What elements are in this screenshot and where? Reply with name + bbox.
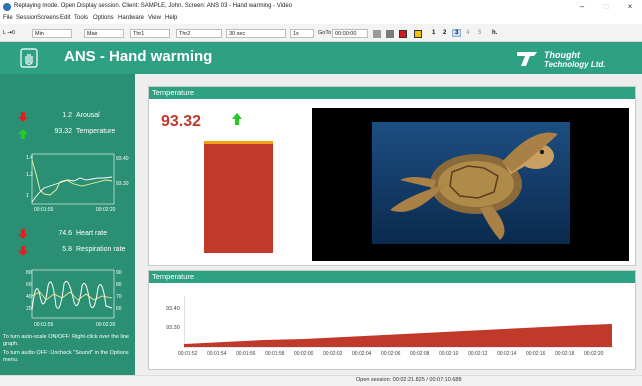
graph2-ytick-left-1: 80 [26,270,32,276]
graph1-ytick-left-1: 1.4 [26,155,33,161]
goto-time-field[interactable]: 00:00:00 [332,29,368,38]
graph2-ytick-right-2: 80 [116,282,122,288]
trend-xtick: 00:01:56 [236,351,256,357]
arousal-label: Arousal [76,112,100,119]
arrow-down-icon [18,112,28,122]
temperature-label: Temperature [76,128,116,135]
temperature-display-value: 93.32 [161,113,202,130]
graph2-ytick-right-1: 90 [116,270,122,276]
arousal-value: 1.2 [62,112,72,119]
rewind-icon[interactable] [373,30,381,38]
graph1-ytick-left-2: 1.2 [26,172,33,178]
arrow-down-icon [18,229,28,239]
menu-tools[interactable]: Tools [74,15,88,21]
trend-view-icon[interactable]: h. [492,30,497,36]
graph1-xtick-2: 00:02:20 [96,207,116,213]
trend-xtick: 00:02:08 [410,351,430,357]
menu-file[interactable]: File [3,15,13,21]
menu-session[interactable]: Session [16,15,37,21]
min-field[interactable]: Min [32,29,72,38]
graph1-ytick-left-3: 1 [26,193,29,199]
heart-respiration-graph[interactable] [16,266,132,330]
graph2-ytick-left-2: 60 [26,282,32,288]
page-title: ANS - Hand warming [64,48,213,65]
brand-logo-icon [517,52,537,66]
graph2-ytick-right-4: 60 [116,306,122,312]
trend-ytick-1: 93.40 [166,306,180,312]
trend-xtick: 00:02:16 [526,351,546,357]
window-title: Replaying mode. Open Display session. Cl… [14,3,293,9]
hand-icon [20,48,38,68]
temperature-trend-panel-title: Temperature [149,271,635,283]
trend-xtick: 00:01:54 [207,351,227,357]
close-button[interactable]: × [622,1,638,12]
arrow-down-icon [18,246,28,256]
app-icon [3,3,11,11]
menu-view[interactable]: View [148,15,161,21]
record-icon[interactable] [399,30,407,38]
minimize-button[interactable]: – [574,1,590,12]
sea-turtle-video-frame [372,122,570,244]
trend-xtick: 00:02:10 [439,351,459,357]
trend-xtick: 00:02:00 [294,351,314,357]
thr2-field[interactable]: Thr2 [176,29,222,38]
trend-xtick: 00:01:58 [265,351,285,357]
min-prefix: L ⇥0 [3,30,16,36]
trend-ytick-2: 93.30 [166,325,180,331]
trend-xtick: 00:02:18 [555,351,575,357]
trend-xtick: 00:02:04 [352,351,372,357]
page-2-button[interactable]: 2 [443,30,446,36]
trend-xtick: 00:01:52 [178,351,198,357]
arrow-up-icon [232,113,242,125]
speed-select[interactable]: 1x [290,29,314,38]
trend-x-axis: 00:01:52 00:01:54 00:01:56 00:01:58 00:0… [178,351,618,359]
stop-icon[interactable] [386,30,394,38]
temperature-bar [204,141,273,253]
graph2-ytick-left-3: 40 [26,294,32,300]
heart-rate-label: Heart rate [76,230,108,237]
trend-xtick: 00:02:14 [497,351,517,357]
graph1-xtick-1: 00:01:55 [34,207,54,213]
graph1-ytick-right-2: 93.30 [116,181,129,187]
brand-name: Thought [544,50,580,60]
graph1-ytick-right-1: 93.40 [116,156,129,162]
goto-label: GoTo [318,30,332,36]
menu-options[interactable]: Options [93,15,114,21]
menu-help[interactable]: Help [165,15,177,21]
graph2-ytick-left-4: 20 [26,306,32,312]
help-audio-text: To turn audio OFF: Uncheck "Sound" in th… [3,350,129,363]
pause-icon[interactable] [414,30,422,38]
help-autoscale-text: To turn auto-scale ON/OFF: Right-click o… [3,334,129,347]
page-4-button[interactable]: 4 [466,30,469,36]
maximize-button[interactable]: □ [598,1,614,12]
arrow-up-icon [18,129,28,139]
menu-hardware[interactable]: Hardware [118,15,144,21]
respiration-rate-value: 5.8 [62,246,72,253]
trend-xtick: 00:02:02 [323,351,343,357]
status-bar [0,375,642,386]
graph2-ytick-right-3: 70 [116,294,122,300]
heart-rate-value: 74.6 [58,230,72,237]
page-3-button[interactable]: 3 [452,29,462,37]
trend-xtick: 00:02:20 [584,351,604,357]
graph2-xtick-1: 00:01:55 [34,322,54,328]
page-5-button[interactable]: 5 [478,30,481,36]
temperature-trend-graph[interactable] [184,296,614,348]
menu-edit[interactable]: Edit [60,15,70,21]
graph2-xtick-2: 00:02:20 [96,322,116,328]
time-span-select[interactable]: 30 sec [226,29,286,38]
max-field[interactable]: Max [84,29,124,38]
trend-xtick: 00:02:06 [381,351,401,357]
temperature-panel-title: Temperature [149,87,635,99]
page-1-button[interactable]: 1 [432,30,435,36]
brand-tagline: Technology Ltd. [544,60,606,69]
menu-screens[interactable]: Screens [37,15,59,21]
respiration-rate-label: Respiration rate [76,246,126,253]
trend-xtick: 00:02:12 [468,351,488,357]
thr1-field[interactable]: Thr1 [130,29,170,38]
session-time-status: Open session: 00:02:21.825 / 00:07:10.68… [356,377,462,383]
temperature-value: 93.32 [54,128,72,135]
